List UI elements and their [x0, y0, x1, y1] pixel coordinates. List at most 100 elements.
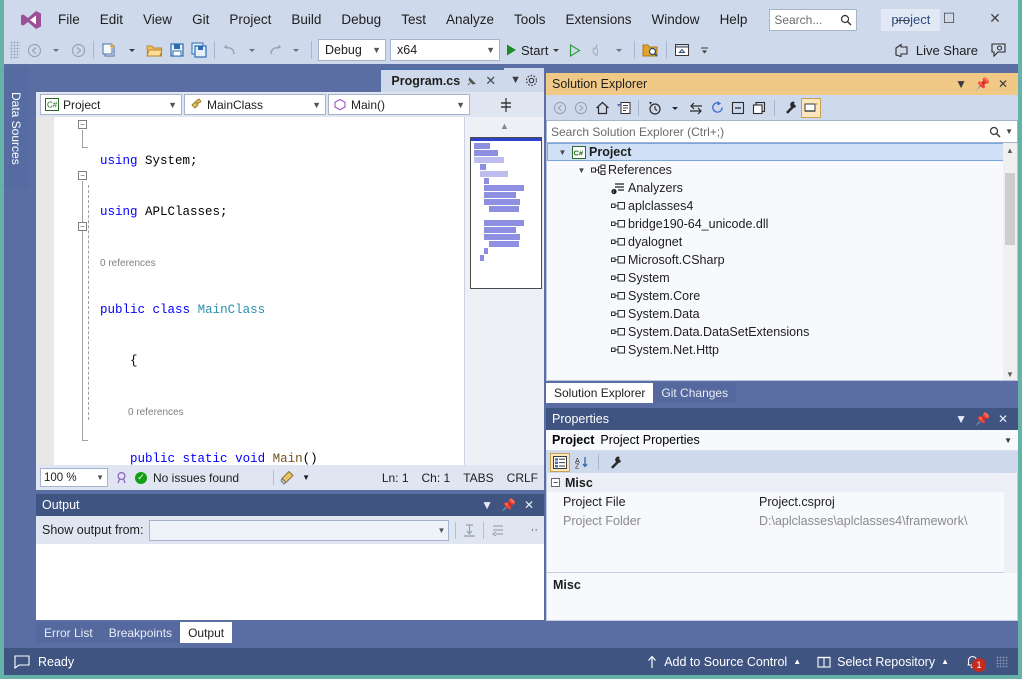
- fold-toggle-usings[interactable]: −: [78, 120, 87, 129]
- undo-icon[interactable]: [219, 39, 241, 61]
- editor-tab-program-cs[interactable]: Program.cs ✕: [381, 68, 504, 92]
- tree-item-bridge190-64-unicode-dll[interactable]: bridge190-64_unicode.dll: [547, 215, 1017, 233]
- editor-minimap[interactable]: ▲: [464, 117, 544, 465]
- code-cleanup-dropdown-icon[interactable]: ▼: [302, 473, 310, 482]
- navigate-backward-dropdown-icon[interactable]: [45, 39, 67, 61]
- menu-git[interactable]: Git: [182, 3, 219, 36]
- toolbar-grip[interactable]: [10, 41, 20, 59]
- search-icon[interactable]: [989, 126, 1001, 138]
- navigate-forward-icon[interactable]: [67, 39, 89, 61]
- tree-item-system-net-http[interactable]: System.Net.Http: [547, 341, 1017, 359]
- pending-changes-filter-icon[interactable]: [613, 98, 633, 118]
- solution-explorer-close-icon[interactable]: ✕: [994, 77, 1012, 91]
- clear-output-icon[interactable]: [462, 523, 477, 538]
- menu-project[interactable]: Project: [219, 3, 281, 36]
- collapse-all-icon[interactable]: [728, 98, 748, 118]
- search-input[interactable]: Search...: [769, 9, 857, 31]
- data-sources-tool-tab[interactable]: Data Sources: [4, 68, 28, 188]
- back-icon[interactable]: [550, 98, 570, 118]
- navigate-backward-icon[interactable]: [23, 39, 45, 61]
- scroll-down-icon[interactable]: ▼: [1003, 367, 1017, 381]
- alphabetical-view-icon[interactable]: A Z: [572, 453, 592, 472]
- window-layout-icon[interactable]: [671, 39, 693, 61]
- properties-grid-scrollbar[interactable]: [1004, 473, 1017, 573]
- start-debug-button[interactable]: Start: [502, 39, 564, 61]
- refresh-icon[interactable]: [707, 98, 727, 118]
- fold-toggle-class[interactable]: −: [78, 171, 87, 180]
- resize-grip[interactable]: [996, 656, 1008, 668]
- open-file-icon[interactable]: [143, 39, 166, 61]
- pin-tab-icon[interactable]: [466, 76, 477, 87]
- feedback-icon[interactable]: [988, 39, 1010, 61]
- new-project-icon[interactable]: [98, 39, 121, 61]
- menu-tools[interactable]: Tools: [504, 3, 556, 36]
- menu-edit[interactable]: Edit: [90, 3, 133, 36]
- pending-changes-history-icon[interactable]: [644, 98, 664, 118]
- tree-item-system-core[interactable]: System.Core: [547, 287, 1017, 305]
- sync-with-active-document-icon[interactable]: [686, 98, 706, 118]
- se-tab-git-changes[interactable]: Git Changes: [653, 383, 736, 403]
- scrollbar-thumb[interactable]: [1005, 173, 1015, 245]
- start-without-debugging-icon[interactable]: [564, 39, 586, 61]
- solution-explorer-menu-icon[interactable]: ▼: [951, 77, 971, 91]
- fold-toggle-main[interactable]: −: [78, 222, 87, 231]
- expand-twisty-icon[interactable]: ▼: [575, 166, 588, 175]
- tree-item-system-data[interactable]: System.Data: [547, 305, 1017, 323]
- code-cleanup-icon[interactable]: [280, 470, 296, 485]
- preview-selected-items-icon[interactable]: [801, 98, 821, 118]
- code-text-area[interactable]: − − − using System; using APLClasses; 0 …: [36, 117, 544, 465]
- tree-item-system[interactable]: System: [547, 269, 1017, 287]
- scroll-up-icon[interactable]: ▲: [1003, 143, 1017, 157]
- chevron-down-icon[interactable]: ▼: [1004, 436, 1012, 445]
- add-to-source-control-button[interactable]: Add to Source Control ▲: [646, 655, 801, 669]
- dock-tab-error-list[interactable]: Error List: [36, 622, 101, 643]
- property-pages-wrench-icon[interactable]: [605, 453, 625, 472]
- output-window-menu-icon[interactable]: ▼: [477, 498, 497, 512]
- close-button[interactable]: ✕: [972, 3, 1018, 34]
- tree-item-project[interactable]: ▼ C# Project: [547, 143, 1017, 161]
- solution-explorer-pin-icon[interactable]: 📌: [971, 77, 994, 91]
- search-options-dropdown-icon[interactable]: ▼: [1005, 127, 1013, 136]
- menu-window[interactable]: Window: [642, 3, 710, 36]
- menu-view[interactable]: View: [133, 3, 182, 36]
- intellicode-icon[interactable]: [114, 470, 129, 485]
- properties-object-select[interactable]: Project Project Properties ▼: [546, 430, 1018, 451]
- maximize-button[interactable]: ☐: [926, 3, 972, 34]
- properties-row-project-folder[interactable]: Project Folder D:\aplclasses\aplclasses4…: [547, 511, 1017, 530]
- properties-window-close-icon[interactable]: ✕: [994, 412, 1012, 426]
- forward-icon[interactable]: [571, 98, 591, 118]
- output-window-pin-icon[interactable]: 📌: [497, 498, 520, 512]
- start-dropdown-icon[interactable]: [552, 46, 560, 54]
- output-window-close-icon[interactable]: ✕: [520, 498, 538, 512]
- tree-item-system-data-datasetextensions[interactable]: System.Data.DataSetExtensions: [547, 323, 1017, 341]
- main-menu[interactable]: File Edit View Git Project Build Debug T…: [48, 3, 757, 36]
- tree-item-analyzers[interactable]: i Analyzers: [547, 179, 1017, 197]
- line-ending-status[interactable]: CRLF: [507, 471, 538, 485]
- tree-item-references[interactable]: ▼ References: [547, 161, 1017, 179]
- properties-row-project-file[interactable]: Project File Project.csproj: [547, 492, 1017, 511]
- properties-grid[interactable]: − Misc Project File Project.csproj Proje…: [546, 473, 1018, 573]
- properties-window-pin-icon[interactable]: 📌: [971, 412, 994, 426]
- save-icon[interactable]: [166, 39, 188, 61]
- menu-test[interactable]: Test: [391, 3, 436, 36]
- hot-reload-dropdown-icon[interactable]: [608, 39, 630, 61]
- expand-twisty-icon[interactable]: ▼: [556, 148, 569, 157]
- indentation-mode-status[interactable]: TABS: [463, 471, 493, 485]
- tab-settings-gear-icon[interactable]: [525, 74, 538, 87]
- zoom-level-select[interactable]: 100 % ▼: [40, 468, 108, 487]
- navbar-project-select[interactable]: C# Project ▼: [40, 94, 182, 115]
- redo-dropdown-icon[interactable]: [285, 39, 307, 61]
- scroll-up-icon[interactable]: ▲: [465, 117, 544, 135]
- solution-explorer-tree[interactable]: ▼ C# Project ▼: [546, 143, 1018, 381]
- history-dropdown-icon[interactable]: [665, 98, 685, 118]
- editor-indicator-margin[interactable]: [36, 117, 54, 465]
- home-icon[interactable]: [592, 98, 612, 118]
- select-start-item-icon[interactable]: [639, 39, 662, 61]
- properties-wrench-icon[interactable]: [780, 98, 800, 118]
- solution-configuration-select[interactable]: Debug ▼: [318, 39, 386, 61]
- solution-explorer-scrollbar[interactable]: ▲ ▼: [1003, 143, 1017, 381]
- menu-file[interactable]: File: [48, 3, 90, 36]
- tree-item-aplclasses4[interactable]: aplclasses4: [547, 197, 1017, 215]
- editor-outlining-margin[interactable]: − − −: [54, 117, 100, 465]
- tab-list-dropdown-icon[interactable]: ▼: [510, 74, 521, 86]
